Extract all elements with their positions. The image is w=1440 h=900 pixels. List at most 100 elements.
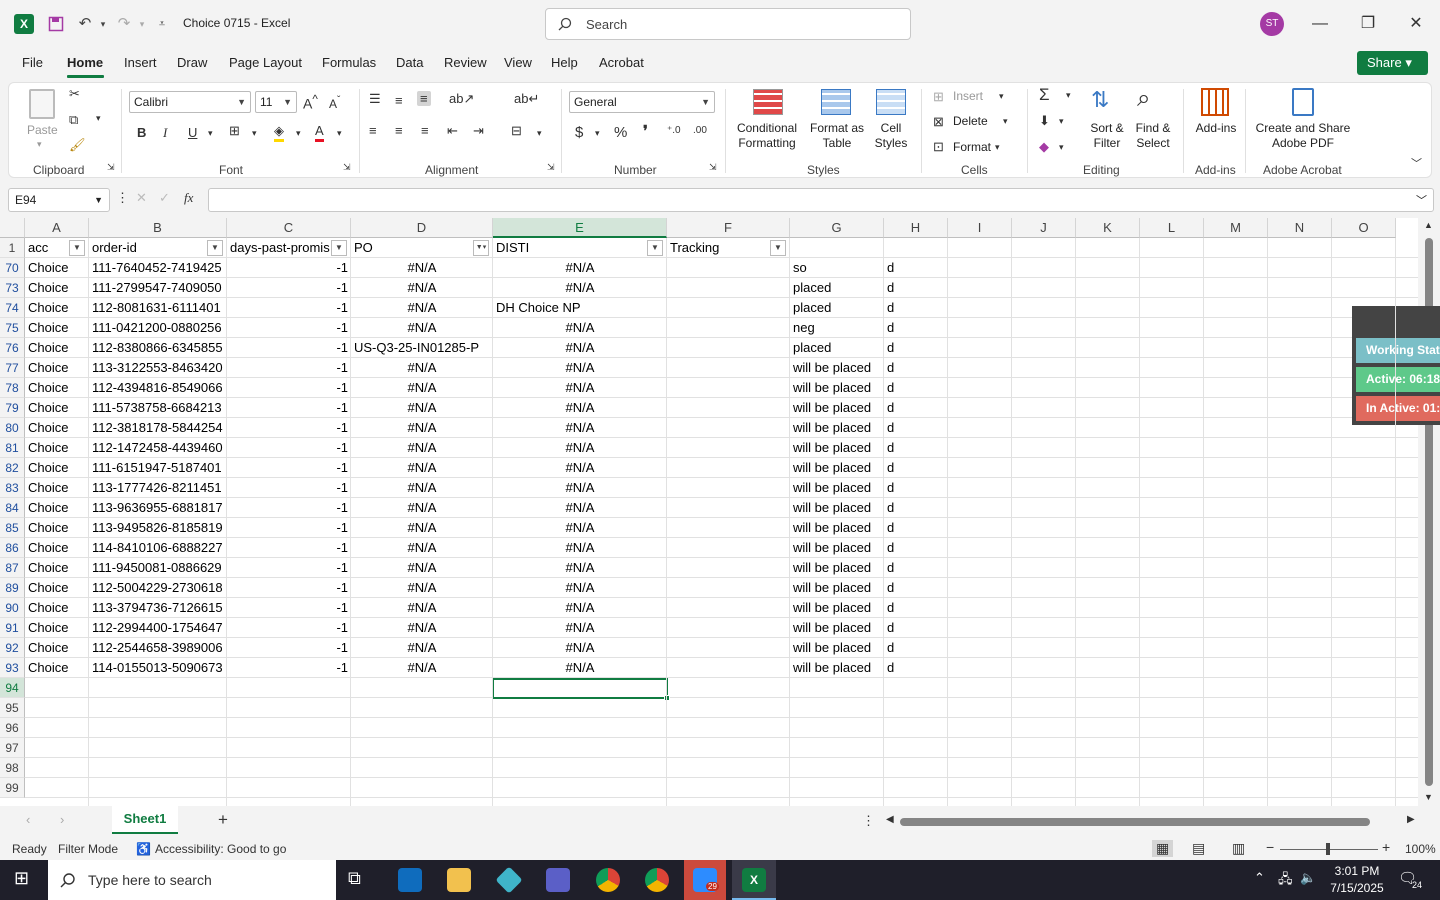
cell-g[interactable]: will be placed	[791, 398, 883, 418]
clear-dropdown-icon[interactable]: ▾	[1059, 142, 1064, 153]
chrome-icon[interactable]	[596, 868, 620, 892]
autosum-dropdown-icon[interactable]: ▾	[1066, 90, 1071, 101]
currency-dropdown-icon[interactable]: ▾	[595, 128, 600, 139]
row-header[interactable]: 86	[0, 538, 25, 558]
teams-icon[interactable]	[546, 868, 570, 892]
tab-review[interactable]: Review	[444, 55, 487, 70]
select-all-button[interactable]	[0, 218, 25, 238]
cell-disti[interactable]: #N/A	[494, 518, 666, 538]
spreadsheet-grid[interactable]: ABCDEFGHIJKLMNO 1 acc ▼ order-id ▼ days-past-…	[0, 218, 1440, 806]
addins-button[interactable]: Add-ins	[1192, 121, 1240, 136]
number-launcher-icon[interactable]: ⇲	[709, 162, 717, 173]
cell-h[interactable]: d	[885, 278, 947, 298]
cell-g[interactable]: will be placed	[791, 418, 883, 438]
tab-formulas[interactable]: Formulas	[322, 55, 376, 70]
row-header[interactable]: 73	[0, 278, 25, 298]
cell-order-id[interactable]: 112-2544658-3989006	[90, 638, 226, 658]
clear-icon[interactable]: ◆	[1039, 139, 1049, 155]
column-header-h[interactable]: H	[884, 218, 948, 238]
cell-acc[interactable]: Choice	[26, 278, 88, 298]
cell-po[interactable]: #N/A	[352, 378, 492, 398]
cell-order-id[interactable]: 114-0155013-5090673	[90, 658, 226, 678]
cell-g[interactable]: placed	[791, 338, 883, 358]
cell-days-past-promise[interactable]: -1	[228, 438, 350, 458]
column-header-f[interactable]: F	[667, 218, 790, 238]
taskbar-search[interactable]: Type here to search	[48, 860, 336, 900]
row-header[interactable]: 96	[0, 718, 25, 738]
volume-icon[interactable]: 🔈	[1300, 870, 1316, 886]
cell-days-past-promise[interactable]: -1	[228, 358, 350, 378]
sort-filter-button[interactable]: Sort & Filter	[1085, 121, 1129, 151]
decrease-font-icon[interactable]: Aˇ	[329, 95, 340, 111]
cell-g[interactable]: will be placed	[791, 358, 883, 378]
collapse-ribbon-icon[interactable]: ﹀	[1411, 155, 1422, 171]
cell-disti[interactable]: #N/A	[494, 318, 666, 338]
scroll-up-icon[interactable]: ▲	[1424, 220, 1433, 230]
column-header-i[interactable]: I	[948, 218, 1012, 238]
font-size-select[interactable]: 11 ▼	[255, 91, 297, 113]
format-painter-icon[interactable]: 🖌	[69, 137, 86, 153]
cell-g[interactable]: placed	[791, 278, 883, 298]
insert-dropdown-icon[interactable]: ▾	[999, 91, 1004, 102]
font-name-select[interactable]: Calibri ▼	[129, 91, 251, 113]
cell-order-id[interactable]: 111-9450081-0886629	[90, 558, 226, 578]
cell-h[interactable]: d	[885, 378, 947, 398]
cell-po[interactable]: #N/A	[352, 618, 492, 638]
increase-font-icon[interactable]: A^	[303, 93, 318, 112]
cell-disti[interactable]: #N/A	[494, 278, 666, 298]
alignment-launcher-icon[interactable]: ⇲	[547, 162, 555, 173]
row-header[interactable]: 90	[0, 598, 25, 618]
increase-indent-icon[interactable]: ⇥	[473, 123, 484, 139]
undo-dropdown-icon[interactable]: ▾	[92, 13, 114, 35]
column-header-b[interactable]: B	[89, 218, 227, 238]
increase-decimal-icon[interactable]: ⁺.0	[667, 125, 681, 136]
save-icon[interactable]	[45, 13, 67, 35]
zoom-slider-thumb[interactable]	[1326, 843, 1330, 855]
align-right-icon[interactable]: ≡	[421, 123, 429, 138]
cell-po[interactable]: #N/A	[352, 458, 492, 478]
row-header[interactable]: 77	[0, 358, 25, 378]
search-input[interactable]: Search	[545, 8, 911, 40]
cell-h[interactable]: d	[885, 318, 947, 338]
cell-h[interactable]: d	[885, 258, 947, 278]
windows-start-icon[interactable]: ⊞	[14, 868, 29, 889]
cell-order-id[interactable]: 112-8380866-6345855	[90, 338, 226, 358]
underline-icon[interactable]: U	[188, 125, 197, 140]
share-button[interactable]: Share ▾	[1357, 51, 1428, 75]
name-box[interactable]: E94 ▼	[8, 188, 110, 212]
cell-days-past-promise[interactable]: -1	[228, 298, 350, 318]
cell-days-past-promise[interactable]: -1	[228, 278, 350, 298]
cell-disti[interactable]: #N/A	[494, 378, 666, 398]
cell-order-id[interactable]: 113-9495826-8185819	[90, 518, 226, 538]
header-disti[interactable]: DISTI	[494, 238, 666, 258]
tab-insert[interactable]: Insert	[124, 55, 157, 70]
cell-acc[interactable]: Choice	[26, 298, 88, 318]
cell-disti[interactable]: #N/A	[494, 618, 666, 638]
cell-acc[interactable]: Choice	[26, 478, 88, 498]
cell-acc[interactable]: Choice	[26, 338, 88, 358]
row-header[interactable]: 82	[0, 458, 25, 478]
cell-acc[interactable]: Choice	[26, 358, 88, 378]
filter-dropdown-icon[interactable]: ▼	[69, 240, 85, 256]
column-header-a[interactable]: A	[25, 218, 89, 238]
cell-days-past-promise[interactable]: -1	[228, 338, 350, 358]
cell-days-past-promise[interactable]: -1	[228, 638, 350, 658]
cell-acc[interactable]: Choice	[26, 598, 88, 618]
cell-order-id[interactable]: 114-8410106-6888227	[90, 538, 226, 558]
cell-po[interactable]: #N/A	[352, 358, 492, 378]
cell-days-past-promise[interactable]: -1	[228, 378, 350, 398]
cell-g[interactable]: will be placed	[791, 618, 883, 638]
row-header[interactable]: 70	[0, 258, 25, 278]
prev-sheet-icon[interactable]: ‹	[26, 812, 30, 827]
cell-disti[interactable]: #N/A	[494, 398, 666, 418]
cell-days-past-promise[interactable]: -1	[228, 398, 350, 418]
column-header-d[interactable]: D	[351, 218, 493, 238]
paste-button[interactable]: Paste	[27, 123, 58, 138]
delete-cells-button[interactable]: Delete	[953, 114, 988, 129]
cell-order-id[interactable]: 111-2799547-7409050	[90, 278, 226, 298]
decrease-decimal-icon[interactable]: .00	[693, 125, 707, 136]
cell-order-id[interactable]: 113-1777426-8211451	[90, 478, 226, 498]
cell-order-id[interactable]: 113-3794736-7126615	[90, 598, 226, 618]
cell-po[interactable]: #N/A	[352, 598, 492, 618]
cell-po[interactable]: #N/A	[352, 298, 492, 318]
